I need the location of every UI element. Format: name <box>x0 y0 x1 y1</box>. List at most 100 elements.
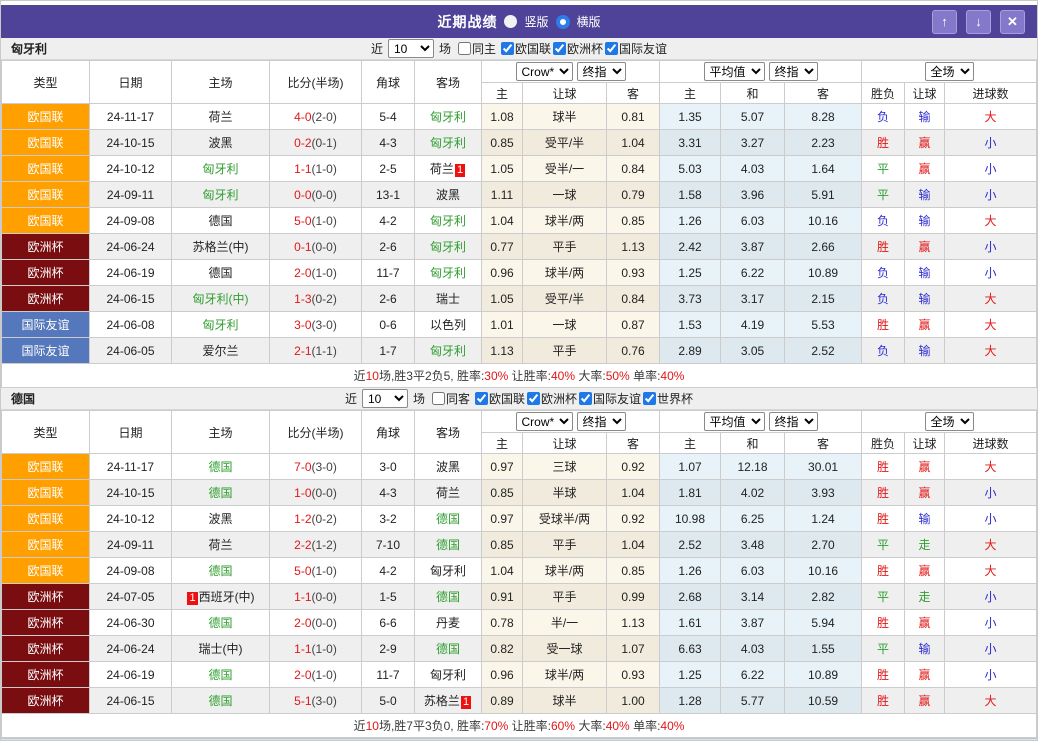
home-team-name: 匈牙利 <box>202 318 238 332</box>
league-checkbox[interactable] <box>553 42 566 55</box>
summary-row: 近10场,胜3平2负5, 胜率:30% 让胜率:40% 大率:50% 单率:40… <box>2 364 1037 388</box>
average-select[interactable]: 平均值 <box>704 412 765 431</box>
type-label: 欧国联 <box>27 110 63 124</box>
type-label: 欧洲杯 <box>27 240 63 254</box>
average-select[interactable]: 平均值 <box>704 62 765 81</box>
league-checkbox[interactable] <box>501 42 514 55</box>
league-checkbox[interactable] <box>527 392 540 405</box>
home-team-name: 爱尔兰 <box>202 344 238 358</box>
result-outcome-cell: 平 <box>862 532 905 558</box>
avg-draw-odds-cell: 6.03 <box>721 558 785 584</box>
close-button[interactable]: ✕ <box>1000 10 1025 34</box>
league-label: 欧国联 <box>489 390 525 407</box>
bookmaker-select[interactable]: Crow* <box>516 412 573 431</box>
results-table: 类型 日期 主场 比分(半场) 角球 客场 Crow*终指 平均值终指 全场 <box>1 410 1037 738</box>
same-side-checkbox[interactable] <box>458 42 471 55</box>
league-filters: 欧国联欧洲杯国际友谊 <box>499 40 667 57</box>
league-label: 欧国联 <box>515 40 551 57</box>
crow-handicap-cell: 球半/两 <box>523 558 607 584</box>
type-label: 欧国联 <box>27 214 63 228</box>
summary-segment: 近 <box>354 369 366 383</box>
home-team-cell: 德国 <box>172 208 270 234</box>
home-team-name: 匈牙利(中) <box>193 292 249 306</box>
avg-away-odds-cell: 10.16 <box>785 208 862 234</box>
result-outcome-cell: 负 <box>862 208 905 234</box>
avg-away-odds-cell: 1.64 <box>785 156 862 182</box>
date-cell: 24-11-17 <box>90 104 172 130</box>
bookmaker-dropdown-cell: Crow*终指 <box>482 61 660 83</box>
type-cell: 欧洲杯 <box>2 688 90 714</box>
bookmaker-dropdown-cell: Crow*终指 <box>482 411 660 433</box>
corners-cell: 1-7 <box>362 338 415 364</box>
results-body: 欧国联24-11-17荷兰4-0(2-0)5-4匈牙利1.08球半0.811.3… <box>2 104 1037 364</box>
move-up-button[interactable]: ↑ <box>932 10 957 34</box>
summary-segment: 近 <box>354 719 366 733</box>
subcol-crow-away: 客 <box>607 83 660 104</box>
crow-handicap-cell: 球半/两 <box>523 662 607 688</box>
halftime-score: (0-0) <box>312 590 337 604</box>
summary-segment: 大率: <box>575 369 606 383</box>
halftime-score: (0-0) <box>312 240 337 254</box>
near-label: 近 <box>345 390 357 407</box>
table-row: 欧洲杯24-07-051西班牙(中)1-1(0-0)1-5德国0.91平手0.9… <box>2 584 1037 610</box>
avg-home-odds-cell: 10.98 <box>660 506 721 532</box>
away-team-cell: 丹麦 <box>415 610 482 636</box>
score-cell: 0-2(0-1) <box>270 130 362 156</box>
crow-handicap-cell: 三球 <box>523 454 607 480</box>
result-goals-cell: 小 <box>945 130 1037 156</box>
avg-away-odds-cell: 8.28 <box>785 104 862 130</box>
result-handicap-cell: 输 <box>905 260 945 286</box>
type-label: 欧国联 <box>27 564 63 578</box>
home-team-name: 德国 <box>208 486 232 500</box>
home-team-cell: 1西班牙(中) <box>172 584 270 610</box>
fulltime-score: 0-1 <box>294 240 311 254</box>
bookmaker-final-select[interactable]: 终指 <box>577 62 626 81</box>
average-final-select[interactable]: 终指 <box>769 62 818 81</box>
avg-home-odds-cell: 2.52 <box>660 532 721 558</box>
dropdown-header-row: 类型 日期 主场 比分(半场) 角球 客场 Crow*终指 平均值终指 全场 <box>2 61 1037 83</box>
horizontal-layout-label: 横版 <box>577 13 601 30</box>
avg-away-odds-cell: 1.24 <box>785 506 862 532</box>
horizontal-layout-radio[interactable] <box>556 15 570 29</box>
type-cell: 欧洲杯 <box>2 286 90 312</box>
move-down-button[interactable]: ↓ <box>966 10 991 34</box>
bookmaker-select[interactable]: Crow* <box>516 62 573 81</box>
league-checkbox[interactable] <box>579 392 592 405</box>
score-cell: 1-1(1-0) <box>270 156 362 182</box>
vertical-layout-radio[interactable] <box>504 15 517 28</box>
result-handicap-cell: 赢 <box>905 610 945 636</box>
games-count-select[interactable]: 10 <box>362 389 408 408</box>
fulltime-score: 0-2 <box>294 136 311 150</box>
result-goals-cell: 小 <box>945 584 1037 610</box>
result-outcome-cell: 平 <box>862 156 905 182</box>
type-label: 欧国联 <box>27 512 63 526</box>
same-side-checkbox[interactable] <box>432 392 445 405</box>
avg-home-odds-cell: 6.63 <box>660 636 721 662</box>
league-checkbox[interactable] <box>605 42 618 55</box>
score-cell: 1-1(0-0) <box>270 584 362 610</box>
away-team-cell: 匈牙利 <box>415 338 482 364</box>
games-label: 场 <box>439 40 451 57</box>
date-cell: 24-06-15 <box>90 286 172 312</box>
col-header-corners: 角球 <box>362 61 415 104</box>
away-team-cell: 匈牙利 <box>415 260 482 286</box>
result-handicap-cell: 赢 <box>905 156 945 182</box>
scope-select[interactable]: 全场 <box>925 62 974 81</box>
date-cell: 24-06-30 <box>90 610 172 636</box>
table-row: 国际友谊24-06-05爱尔兰2-1(1-1)1-7匈牙利1.13平手0.762… <box>2 338 1037 364</box>
scope-select[interactable]: 全场 <box>925 412 974 431</box>
average-final-select[interactable]: 终指 <box>769 412 818 431</box>
crow-away-odds-cell: 0.93 <box>607 260 660 286</box>
summary-segment: 让胜率: <box>508 719 551 733</box>
result-goals-cell: 大 <box>945 454 1037 480</box>
fulltime-score: 5-0 <box>294 214 311 228</box>
subcol-handicap: 让球 <box>523 433 607 454</box>
away-team-name: 荷兰 <box>430 162 454 176</box>
type-cell: 欧国联 <box>2 130 90 156</box>
crow-handicap-cell: 一球 <box>523 312 607 338</box>
games-count-select[interactable]: 10 <box>388 39 434 58</box>
league-checkbox[interactable] <box>643 392 656 405</box>
bookmaker-final-select[interactable]: 终指 <box>577 412 626 431</box>
league-checkbox[interactable] <box>475 392 488 405</box>
result-outcome-cell: 负 <box>862 104 905 130</box>
